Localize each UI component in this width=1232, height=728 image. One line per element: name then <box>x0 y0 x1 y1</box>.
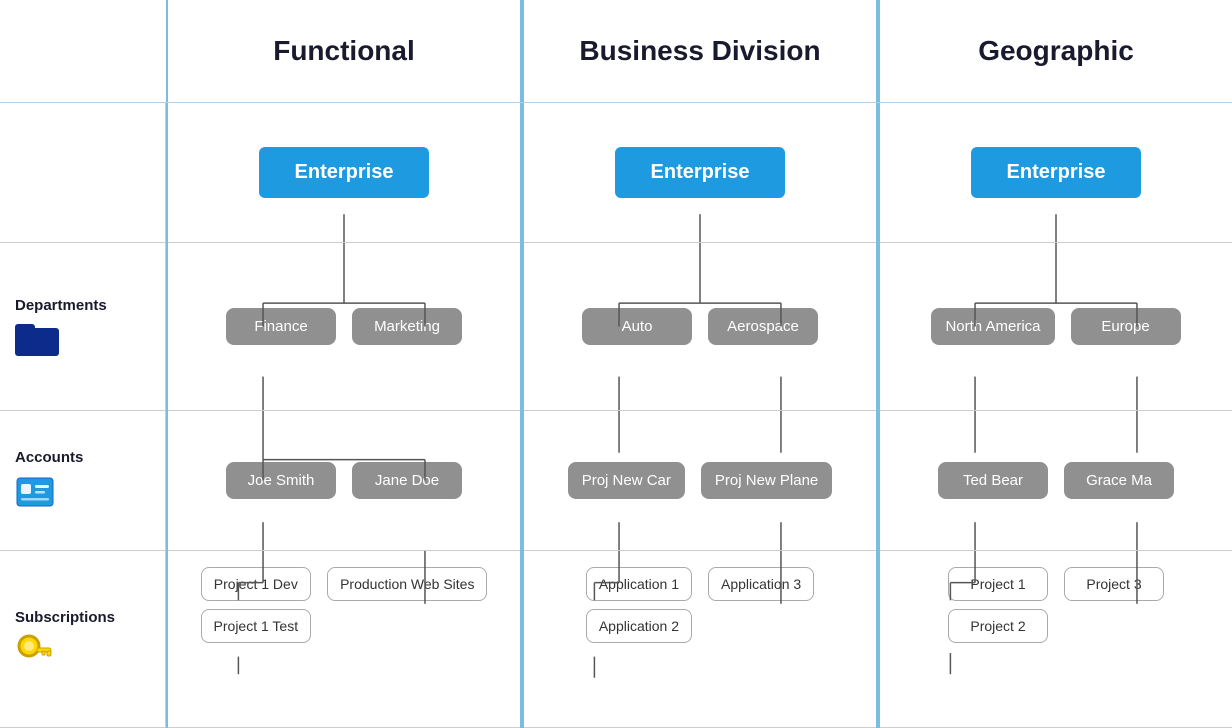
bd-acct-proj-new-plane: Proj New Plane <box>701 462 832 499</box>
functional-title: Functional <box>273 35 415 67</box>
geo-sub-proj2: Project 2 <box>948 609 1048 643</box>
page: Functional Business Division Geographic … <box>0 0 1232 728</box>
geographic-column: Enterprise Nort <box>878 103 1232 728</box>
geo-subscriptions-section: Project 1 Project 2 Project 3 <box>880 551 1232 728</box>
functional-sub-proj1test: Project 1 Test <box>201 609 312 643</box>
geo-dept-europe: Europe <box>1071 308 1181 345</box>
departments-label-section: Departments <box>0 243 165 411</box>
bd-sub-proj-new-plane: Application 3 <box>708 567 814 601</box>
functional-dept-marketing: Marketing <box>352 308 462 345</box>
accounts-label: Accounts <box>15 449 83 466</box>
bd-sub-layout: Application 1 Application 2 Application … <box>524 567 876 643</box>
functional-acct-nodes: Joe Smith Jane Doe <box>226 462 462 499</box>
header-left-spacer <box>0 0 166 102</box>
bd-sub-app2: Application 2 <box>586 609 692 643</box>
bd-acct-proj-new-car: Proj New Car <box>568 462 685 499</box>
geo-acct-grace-ma: Grace Ma <box>1064 462 1174 499</box>
functional-sub-proj1dev: Project 1 Dev <box>201 567 311 601</box>
functional-subscriptions-section: Project 1 Dev Project 1 Test Production … <box>168 551 520 728</box>
geo-acct-ted-bear: Ted Bear <box>938 462 1048 499</box>
functional-sub-joe: Project 1 Dev Project 1 Test <box>201 567 312 643</box>
geo-enterprise-section: Enterprise <box>880 103 1232 243</box>
functional-column: Enterprise <box>166 103 522 728</box>
bd-dept-auto: Auto <box>582 308 692 345</box>
functional-dept-finance: Finance <box>226 308 336 345</box>
geo-sub-proj1: Project 1 <box>948 567 1048 601</box>
departments-label: Departments <box>15 297 107 314</box>
bd-enterprise-section: Enterprise <box>524 103 876 243</box>
diagrams-area: Enterprise <box>166 103 1232 728</box>
geo-sub-grace-ma: Project 3 <box>1064 567 1164 601</box>
geographic-title: Geographic <box>978 35 1134 67</box>
geo-sub-layout: Project 1 Project 2 Project 3 <box>880 567 1232 643</box>
geo-dept-north-america: North America <box>931 308 1054 345</box>
business-division-column: Enterprise Auto <box>522 103 878 728</box>
bd-sub-proj-new-car: Application 1 Application 2 <box>586 567 692 643</box>
functional-acct-joe-smith: Joe Smith <box>226 462 336 499</box>
functional-acct-jane-doe: Jane Doe <box>352 462 462 499</box>
functional-dept-nodes: Finance Marketing <box>226 308 462 345</box>
functional-enterprise-box: Enterprise <box>259 147 429 198</box>
bd-enterprise-box: Enterprise <box>615 147 785 198</box>
geo-departments-section: North America Europe <box>880 243 1232 411</box>
geo-enterprise-box: Enterprise <box>971 147 1141 198</box>
functional-sub-prodweb: Production Web Sites <box>327 567 487 601</box>
account-icon <box>15 472 55 512</box>
geo-sub-ted-bear: Project 1 Project 2 <box>948 567 1048 643</box>
enterprise-label-section <box>0 103 165 243</box>
bd-acct-nodes: Proj New Car Proj New Plane <box>568 462 833 499</box>
bd-dept-nodes: Auto Aerospace <box>582 308 818 345</box>
functional-accounts-section: Joe Smith Jane Doe <box>168 411 520 551</box>
header-functional: Functional <box>166 0 522 102</box>
geo-accounts-section: Ted Bear Grace Ma <box>880 411 1232 551</box>
header-business-division: Business Division <box>522 0 878 102</box>
bd-sub-app3: Application 3 <box>708 567 814 601</box>
bd-departments-section: Auto Aerospace <box>524 243 876 411</box>
accounts-label-section: Accounts <box>0 411 165 551</box>
subscriptions-label-section: Subscriptions <box>0 551 165 728</box>
functional-sub-layout: Project 1 Dev Project 1 Test Production … <box>168 567 520 643</box>
bd-dept-aerospace: Aerospace <box>708 308 818 345</box>
functional-departments-section: Finance Marketing <box>168 243 520 411</box>
folder-icon <box>15 320 59 356</box>
labels-column: Departments Accounts Subs <box>0 103 166 728</box>
functional-enterprise-section: Enterprise <box>168 103 520 243</box>
geo-acct-nodes: Ted Bear Grace Ma <box>938 462 1174 499</box>
subscriptions-label: Subscriptions <box>15 609 115 626</box>
bd-subscriptions-section: Application 1 Application 2 Application … <box>524 551 876 728</box>
key-icon <box>15 632 53 670</box>
functional-sub-jane: Production Web Sites <box>327 567 487 601</box>
header-row: Functional Business Division Geographic <box>0 0 1232 103</box>
geo-dept-nodes: North America Europe <box>931 308 1180 345</box>
bd-accounts-section: Proj New Car Proj New Plane <box>524 411 876 551</box>
business-division-title: Business Division <box>579 35 820 67</box>
header-geographic: Geographic <box>878 0 1232 102</box>
main-area: Departments Accounts Subs <box>0 103 1232 728</box>
bd-sub-app1: Application 1 <box>586 567 692 601</box>
geo-sub-proj3: Project 3 <box>1064 567 1164 601</box>
